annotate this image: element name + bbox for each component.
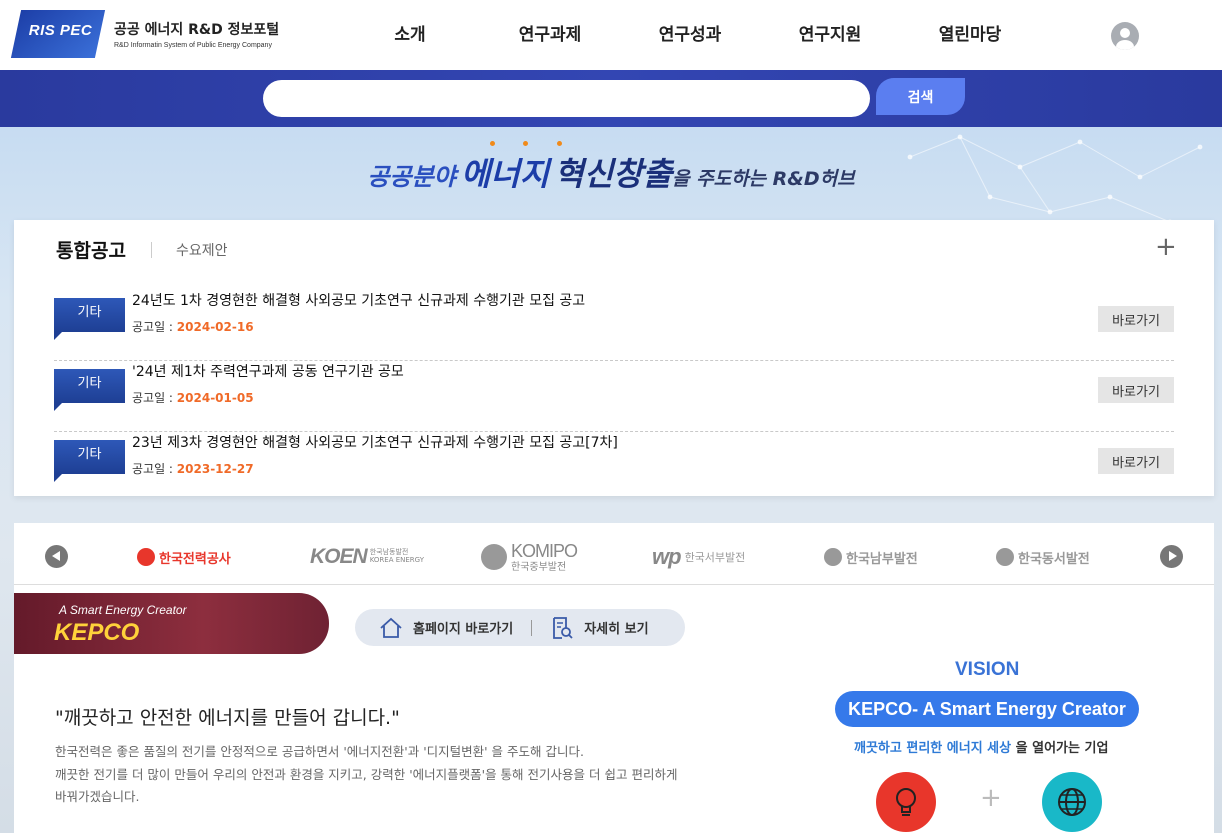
logo-kowepo[interactable]: wp 한국서부발전: [652, 543, 745, 571]
company-name: KEPCO: [54, 619, 140, 646]
description-line: 한국전력은 좋은 품질의 전기를 안정적으로 공급하면서 '에너지전환'과 '디…: [55, 744, 584, 759]
logo-ewp-text: 한국동서발전: [1018, 551, 1090, 567]
slogan-part-3: 혁신창출: [554, 155, 673, 193]
user-icon[interactable]: [1111, 22, 1139, 50]
notice-date-row: 공고일 : 2023-12-27: [132, 460, 254, 477]
komipo-logo-mark: [481, 544, 507, 570]
date-label: 공고일 :: [132, 320, 177, 334]
logo-kowepo-text: 한국서부발전: [684, 551, 746, 564]
logo-kospo-text: 한국남부발전: [846, 551, 918, 567]
vision-highlight: 깨끗하고 편리한 에너지 세상: [854, 741, 1012, 756]
site-logo[interactable]: RIS PEC 공공 에너지 R&D 정보포털 R&D Informatin S…: [10, 10, 280, 58]
main-nav: 소개 연구과제 연구성과 연구지원 열린마당: [340, 20, 1040, 45]
category-badge: 기타: [54, 369, 125, 411]
logo-koen-text: KOEN: [310, 545, 368, 568]
notice-panel: 통합공고 수요제안 + 기타 24년도 1차 경영현한 해결형 사외공모 기초연…: [14, 220, 1214, 496]
document-search-icon: [553, 616, 573, 639]
vision-slogan: KEPCO- A Smart Energy Creator: [835, 691, 1139, 727]
search-input[interactable]: [263, 80, 870, 117]
globe-icon: [1042, 772, 1102, 832]
tab-divider: [151, 242, 152, 258]
date-label: 공고일 :: [132, 391, 177, 405]
logo-subtitle: R&D Informatin System of Public Energy C…: [114, 42, 272, 49]
notice-item: 기타 24년도 1차 경영현한 해결형 사외공모 기초연구 신규과제 수행기관 …: [54, 290, 1174, 361]
company-logo-carousel: 한국전력공사 KOEN 한국남동발전 KOREA ENERGY KOMIPO 한국…: [14, 523, 1214, 585]
slogan-part-4: 을 주도하는 R&D허브: [672, 168, 855, 190]
logo-kospo[interactable]: 한국남부발전: [824, 543, 918, 571]
category-badge: 기타: [54, 440, 125, 482]
description-line: 깨끗한 전기를 더 많이 만들어 우리의 안전과 환경을 지키고, 강력한 '에…: [55, 766, 678, 782]
notice-date-row: 공고일 : 2024-01-05: [132, 389, 254, 406]
logo-kepco[interactable]: 한국전력공사: [137, 543, 231, 571]
nav-item-open-forum[interactable]: 열린마당: [900, 20, 1040, 45]
company-actions: 홈페이지 바로가기 자세히 보기: [355, 609, 685, 646]
logo-komipo-sub: 한국중부발전: [511, 562, 567, 573]
logo-koen-sub: 한국남동발전 KOREA ENERGY: [369, 548, 425, 564]
nav-item-research-results[interactable]: 연구성과: [620, 20, 760, 45]
kepco-logo-mark: [137, 548, 155, 566]
homepage-label: 홈페이지 바로가기: [413, 622, 514, 637]
more-plus-icon[interactable]: +: [1155, 234, 1177, 260]
notice-date: 2023-12-27: [176, 462, 254, 476]
logo-komipo[interactable]: KOMIPO 한국중부발전: [481, 541, 578, 573]
search-button[interactable]: 검색: [876, 78, 965, 115]
goto-button[interactable]: 바로가기: [1098, 448, 1174, 474]
logo-mark-text: RIS PEC: [28, 22, 93, 39]
goto-button[interactable]: 바로가기: [1098, 306, 1174, 332]
company-tagline: A Smart Energy Creator: [59, 603, 187, 617]
logo-wp-text: wp: [652, 544, 682, 569]
kospo-logo-mark: [824, 548, 842, 566]
slogan-part-2: 에너지: [460, 155, 550, 193]
logo-kepco-text: 한국전력공사: [159, 551, 231, 567]
action-divider: [531, 619, 533, 636]
notice-title[interactable]: 23년 제3차 경영현안 해결형 사외공모 기초연구 신규과제 수행기관 모집 …: [132, 432, 618, 452]
ewp-logo-mark: [996, 548, 1014, 566]
notice-date: 2024-02-16: [176, 320, 254, 334]
notice-title[interactable]: '24년 제1차 주력연구과제 공동 연구기관 공모: [132, 361, 404, 381]
detail-label: 자세히 보기: [584, 622, 649, 637]
vision-rest: 을 열어가는 기업: [1011, 741, 1109, 756]
notice-item: 기타 23년 제3차 경영현안 해결형 사외공모 기초연구 신규과제 수행기관 …: [54, 432, 1174, 503]
lightbulb-icon: [876, 772, 936, 832]
home-icon: [380, 617, 402, 638]
company-description: 한국전력은 좋은 품질의 전기를 안정적으로 공급하면서 '에너지전환'과 '디…: [55, 741, 735, 809]
slogan-part-1: 공공분야: [367, 163, 456, 191]
nav-item-intro[interactable]: 소개: [340, 20, 480, 45]
detail-link[interactable]: 자세히 보기: [550, 616, 649, 640]
company-panel: 한국전력공사 KOEN 한국남동발전 KOREA ENERGY KOMIPO 한국…: [14, 523, 1214, 833]
vision-title: VISION: [955, 659, 1020, 680]
nav-item-research-projects[interactable]: 연구과제: [480, 20, 620, 45]
logo-koen[interactable]: KOEN 한국남동발전 KOREA ENERGY: [310, 543, 424, 571]
notice-date-row: 공고일 : 2024-02-16: [132, 318, 254, 335]
notice-title[interactable]: 24년도 1차 경영현한 해결형 사외공모 기초연구 신규과제 수행기관 모집 …: [132, 290, 585, 310]
notice-item: 기타 '24년 제1차 주력연구과제 공동 연구기관 공모 공고일 : 2024…: [54, 361, 1174, 432]
notice-date: 2024-01-05: [176, 391, 254, 405]
description-line: 바꿔가겠습니다.: [55, 789, 140, 804]
carousel-next-icon[interactable]: [1160, 545, 1183, 568]
company-quote: "깨끗하고 안전한 에너지를 만들어 갑니다.": [55, 707, 400, 729]
logo-ewp[interactable]: 한국동서발전: [996, 543, 1090, 571]
logo-title: 공공 에너지 R&D 정보포털: [114, 22, 280, 38]
header: RIS PEC 공공 에너지 R&D 정보포털 R&D Informatin S…: [0, 0, 1222, 70]
goto-button[interactable]: 바로가기: [1098, 377, 1174, 403]
company-banner: A Smart Energy Creator KEPCO: [14, 593, 329, 654]
carousel-prev-icon[interactable]: [45, 545, 68, 568]
search-band: 검색: [0, 70, 1222, 127]
tab-integrated-notice[interactable]: 통합공고: [56, 236, 126, 263]
logo-komipo-text: KOMIPO: [511, 541, 578, 561]
logo-mark: RIS PEC: [10, 10, 106, 58]
plus-icon: +: [980, 783, 1002, 813]
homepage-link[interactable]: 홈페이지 바로가기: [379, 617, 513, 639]
category-badge: 기타: [54, 298, 125, 340]
nav-item-research-support[interactable]: 연구지원: [760, 20, 900, 45]
hero-slogan: 공공분야 에너지 혁신창출을 주도하는 R&D허브: [0, 149, 1222, 195]
tab-demand-proposal[interactable]: 수요제안: [176, 240, 228, 260]
date-label: 공고일 :: [132, 462, 177, 476]
vision-subtitle: 깨끗하고 편리한 에너지 세상 을 열어가는 기업: [854, 737, 1108, 756]
